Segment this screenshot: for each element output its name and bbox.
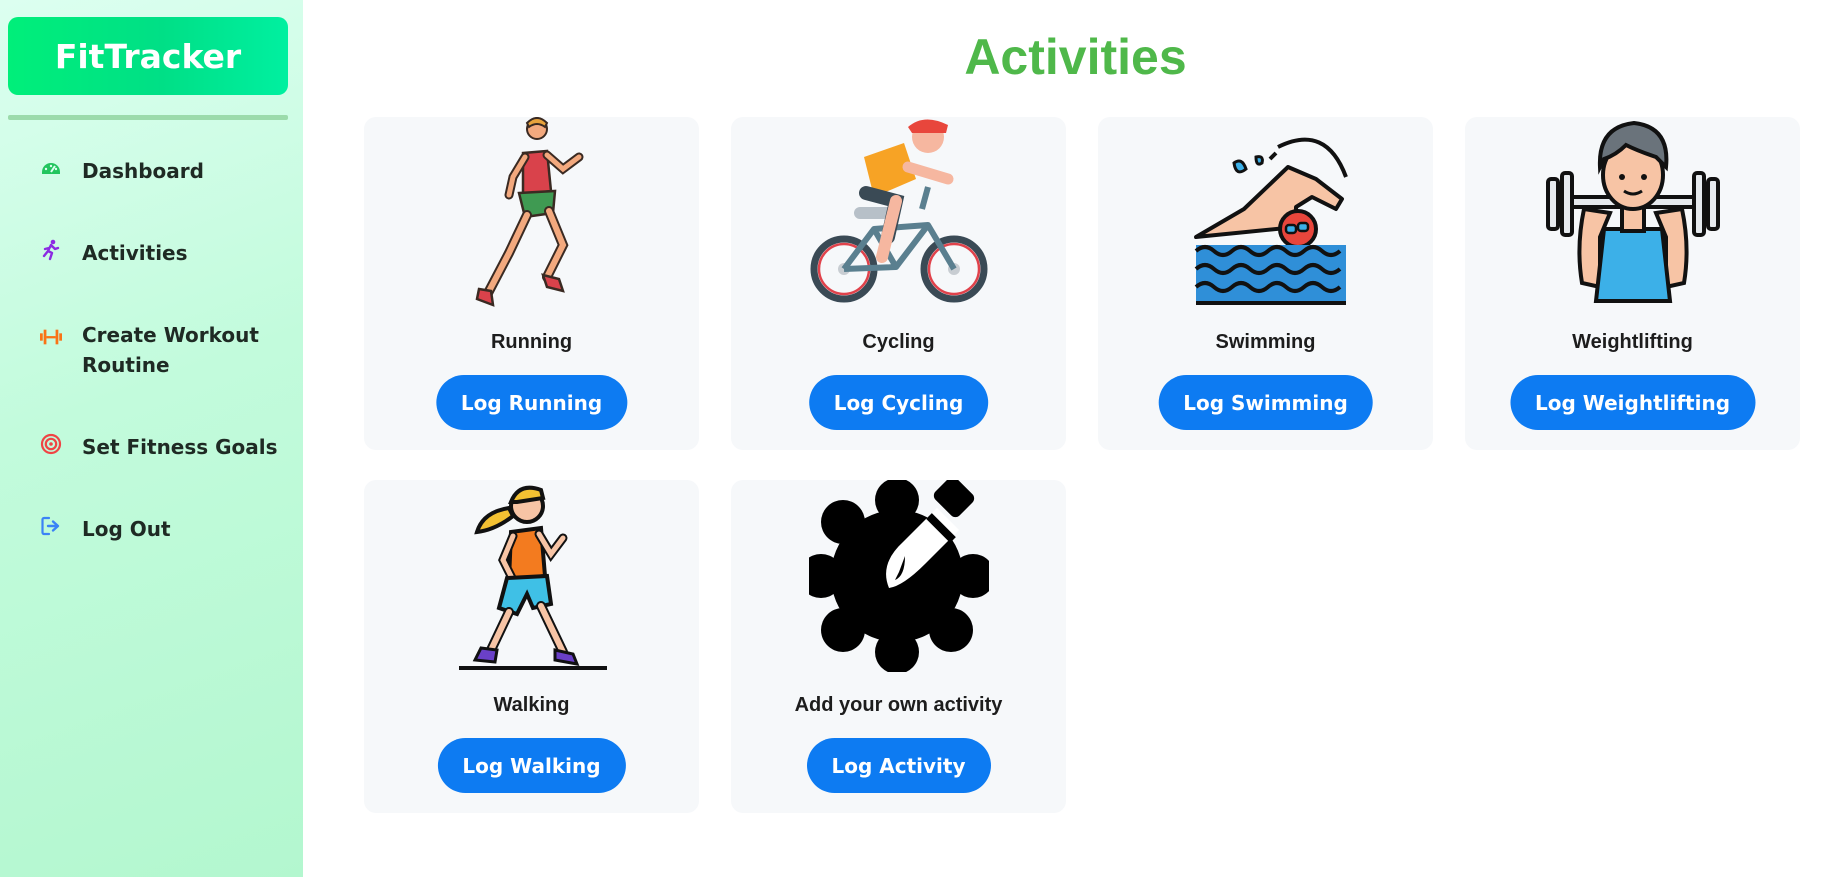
sidebar-item-create-workout-routine[interactable]: Create Workout Routine	[8, 314, 295, 386]
log-cycling-button[interactable]: Log Cycling	[808, 375, 989, 430]
activity-name: Cycling	[862, 331, 935, 353]
swimmer-icon	[1098, 117, 1433, 312]
log-activity-button[interactable]: Log Activity	[806, 738, 991, 793]
running-person-icon	[40, 239, 62, 261]
activity-card-custom: Add your own activity Log Activity	[731, 480, 1066, 813]
activity-card-swimming: Swimming Log Swimming	[1098, 117, 1433, 450]
log-weightlifting-button[interactable]: Log Weightlifting	[1509, 375, 1756, 430]
sidebar-item-label: Set Fitness Goals	[82, 435, 278, 459]
log-running-button[interactable]: Log Running	[435, 375, 628, 430]
sidebar-item-set-fitness-goals[interactable]: Set Fitness Goals	[8, 426, 295, 468]
dumbbell-icon	[40, 326, 62, 348]
activity-card-walking: Walking Log Walking	[364, 480, 699, 813]
app-logo[interactable]: FitTracker	[8, 17, 288, 95]
sidebar-item-label: Log Out	[82, 517, 171, 541]
sidebar-item-label: Dashboard	[82, 159, 204, 183]
logout-icon	[40, 515, 62, 537]
walker-icon	[364, 480, 699, 675]
page-title: Activities	[964, 29, 1187, 85]
sidebar: FitTracker Dashboard Activities Create W…	[0, 0, 303, 877]
sidebar-nav: Dashboard Activities Create Workout Rout…	[8, 150, 295, 550]
sidebar-item-label: Create Workout Routine	[82, 323, 259, 377]
main-content: Activities Running Log Running Cycling L…	[303, 0, 1848, 877]
runner-icon	[364, 117, 699, 312]
activity-card-cycling: Cycling Log Cycling	[731, 117, 1066, 450]
activity-card-running: Running Log Running	[364, 117, 699, 450]
activity-card-weightlifting: Weightlifting Log Weightlifting	[1465, 117, 1800, 450]
log-swimming-button[interactable]: Log Swimming	[1158, 375, 1373, 430]
cyclist-icon	[731, 117, 1066, 312]
activity-name: Swimming	[1215, 331, 1316, 353]
weightlifter-icon	[1465, 117, 1800, 312]
activity-name: Running	[490, 331, 573, 353]
sidebar-item-activities[interactable]: Activities	[8, 232, 295, 274]
activity-name: Weightlifting	[1572, 331, 1693, 353]
gear-pencil-icon	[731, 480, 1066, 675]
sidebar-item-log-out[interactable]: Log Out	[8, 508, 295, 550]
sidebar-divider	[8, 115, 288, 120]
gauge-icon	[40, 157, 62, 179]
activity-name: Walking	[493, 694, 570, 716]
sidebar-item-label: Activities	[82, 241, 188, 265]
target-icon	[40, 433, 62, 455]
sidebar-item-dashboard[interactable]: Dashboard	[8, 150, 295, 192]
log-walking-button[interactable]: Log Walking	[437, 738, 626, 793]
activity-name: Add your own activity	[794, 694, 1003, 716]
